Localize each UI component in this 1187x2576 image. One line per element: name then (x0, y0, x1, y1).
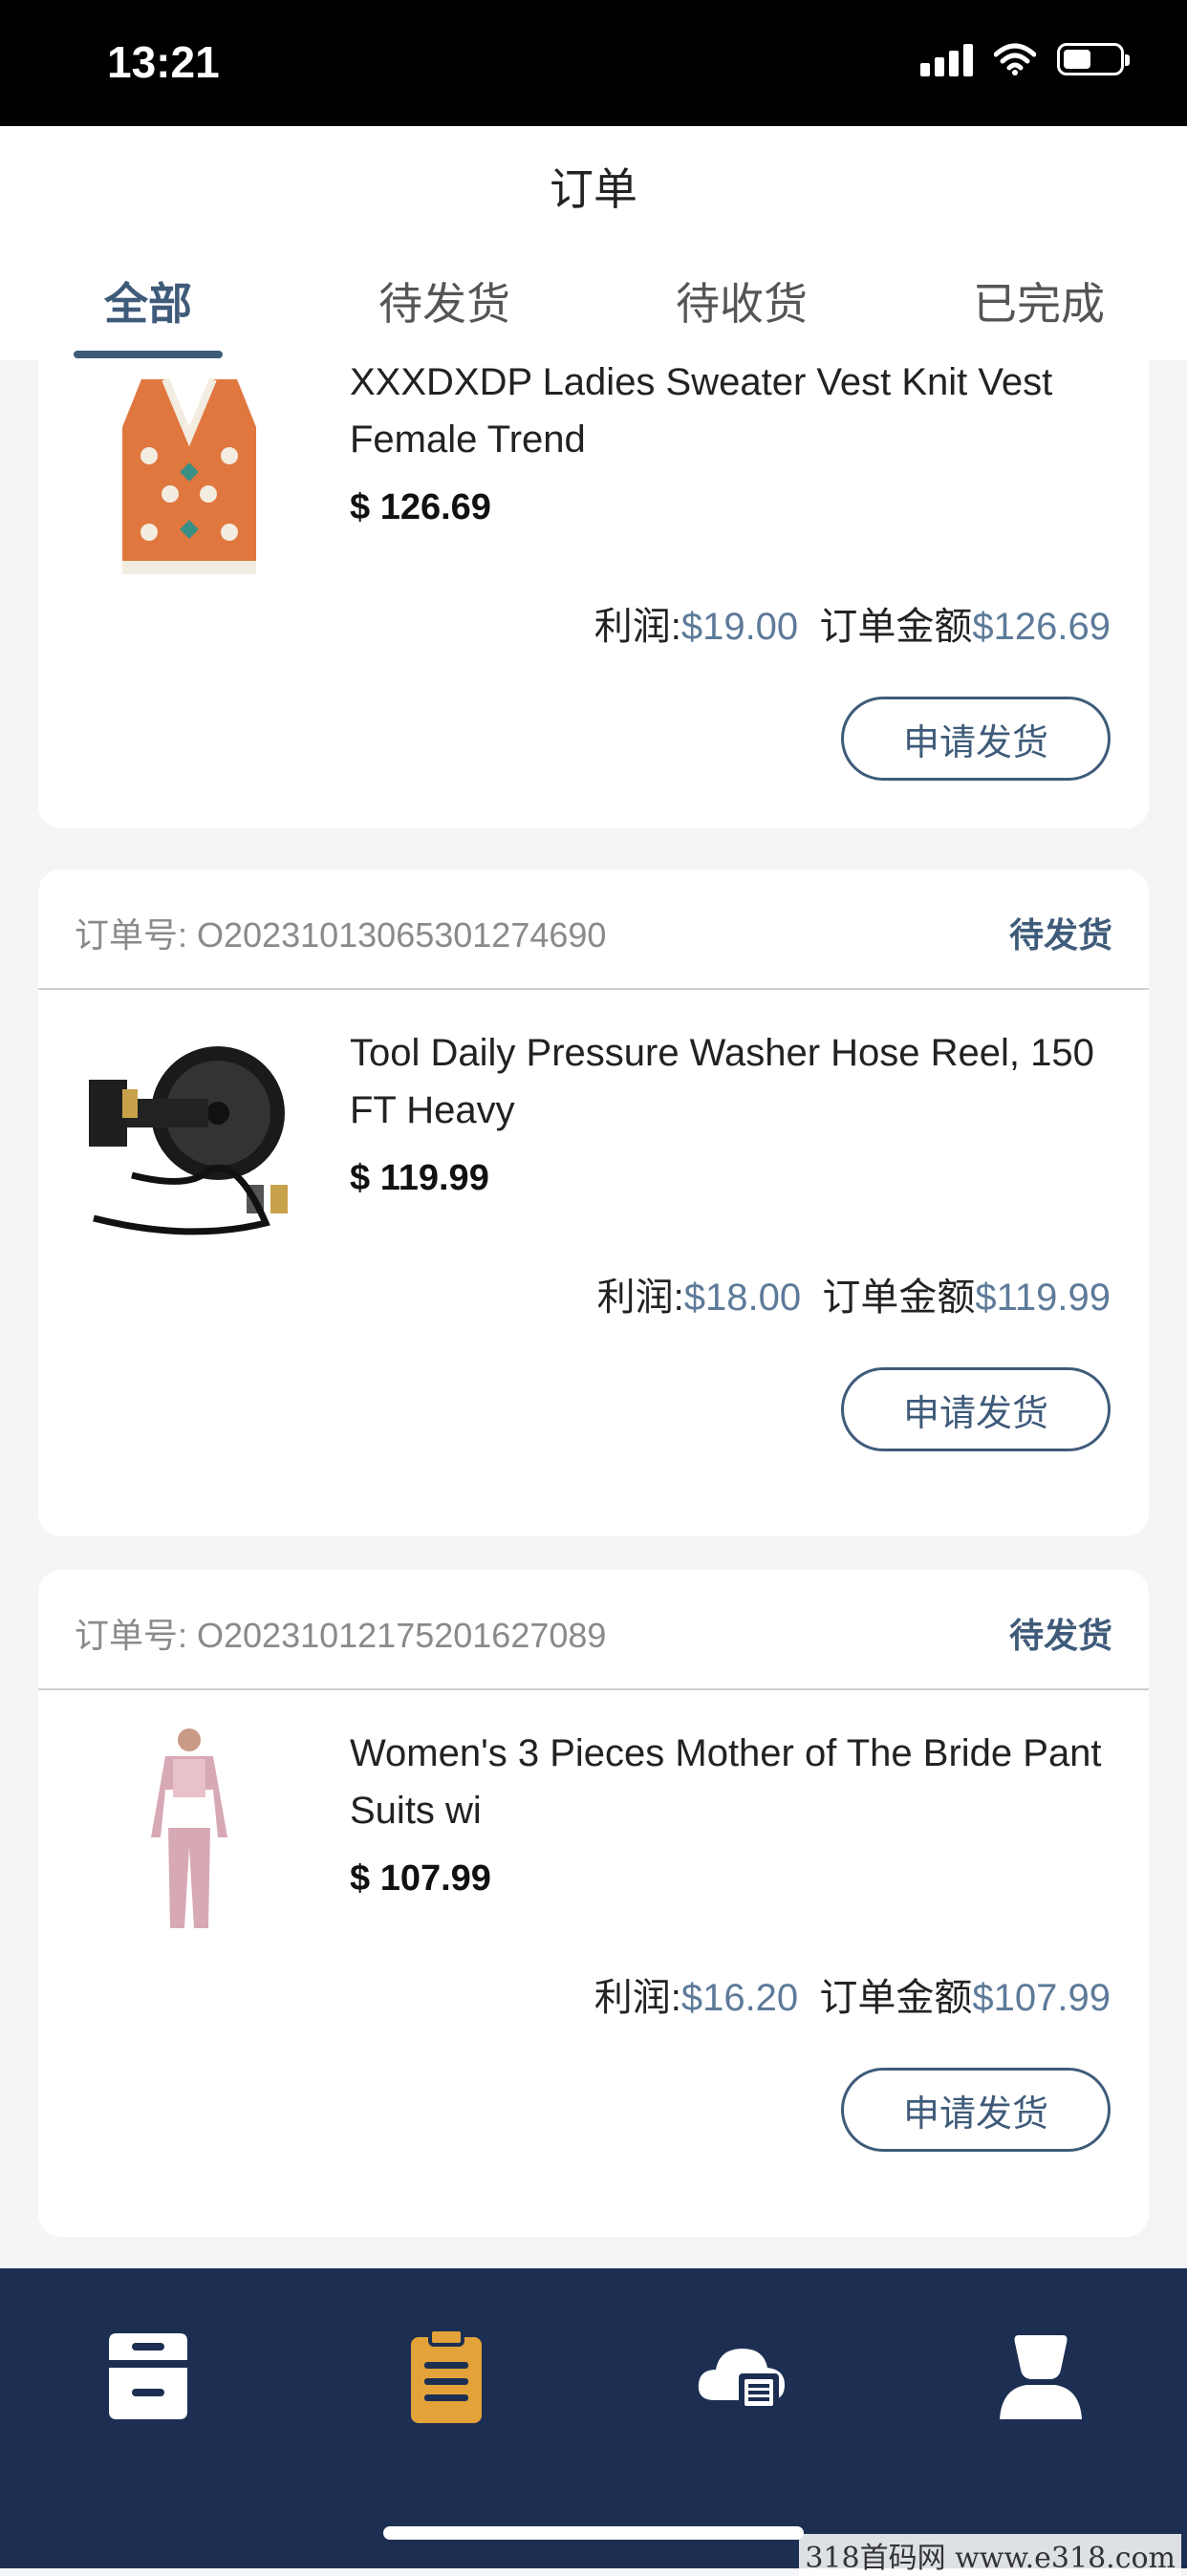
order-summary: 利润:$16.20 订单金额$107.99 (594, 1966, 1111, 2022)
nav-profile[interactable] (988, 2324, 1093, 2429)
order-status: 待发货 (1008, 915, 1112, 955)
page-title: 订单 (550, 164, 637, 214)
status-bar: 13:21 (0, 0, 1187, 126)
order-list[interactable]: XXXDXDP Ladies Sweater Vest Knit Vest Fe… (0, 360, 1187, 2262)
order-card-header: 订单号: O20231012175201627089 待发货 (38, 1570, 1149, 1690)
profit-label: 利润: (594, 606, 681, 648)
home-indicator[interactable] (383, 2526, 804, 2540)
profit-label: 利润: (594, 1977, 681, 2019)
sweater-vest-image (122, 377, 256, 574)
nav-store[interactable] (96, 2324, 201, 2429)
product-price: $ 107.99 (350, 1858, 491, 1899)
cellular-signal-icon (920, 42, 973, 76)
order-tabs: 全部 待发货 待收货 已完成 (0, 269, 1187, 355)
active-tab-indicator (74, 351, 223, 358)
order-number: 订单号: O20231012175201627089 (75, 1616, 607, 1655)
product-price: $ 126.69 (350, 487, 491, 527)
profit-label: 利润: (596, 1277, 684, 1319)
order-card: XXXDXDP Ladies Sweater Vest Knit Vest Fe… (38, 360, 1149, 828)
product-name: Tool Daily Pressure Washer Hose Reel, 15… (350, 1032, 1094, 1131)
status-time: 13:21 (107, 37, 220, 87)
amount-label: 订单金额 (822, 1277, 976, 1319)
profile-icon (1000, 2335, 1082, 2419)
request-shipment-button[interactable]: 申请发货 (841, 697, 1111, 781)
status-icons (920, 42, 1130, 76)
battery-icon (1057, 43, 1130, 75)
order-card-header: 订单号: O20231013065301274690 待发货 (38, 869, 1149, 990)
tab-pending-shipment[interactable]: 待发货 (339, 269, 550, 333)
request-shipment-button[interactable]: 申请发货 (841, 2068, 1111, 2152)
bottom-nav (0, 2268, 1187, 2568)
tab-all[interactable]: 全部 (43, 269, 253, 333)
order-summary: 利润:$18.00 订单金额$119.99 (597, 1266, 1111, 1321)
amount-value: $126.69 (972, 606, 1111, 648)
store-icon (109, 2333, 187, 2419)
order-card: 订单号: O20231012175201627089 待发货 Women's 3… (38, 1570, 1149, 2237)
profit-value: $16.20 (680, 1977, 799, 2019)
tab-completed[interactable]: 已完成 (934, 269, 1144, 333)
hose-reel-image (89, 1046, 288, 1235)
watermark: 318首码网 www.e318.com (799, 2534, 1181, 2576)
pant-suit-image (151, 1728, 227, 1928)
amount-value: $107.99 (972, 1977, 1111, 2019)
page-header: 订单 全部 待发货 待收货 已完成 (0, 126, 1187, 360)
order-number: 订单号: O20231013065301274690 (75, 915, 607, 955)
wifi-icon (994, 43, 1036, 75)
product-name: XXXDXDP Ladies Sweater Vest Knit Vest Fe… (350, 361, 1053, 461)
cloud-list-icon (698, 2349, 785, 2412)
amount-label: 订单金额 (819, 606, 973, 648)
order-summary: 利润:$19.00 订单金额$126.69 (594, 595, 1111, 651)
nav-cloud[interactable] (691, 2324, 796, 2429)
profit-value: $19.00 (680, 606, 799, 648)
order-status: 待发货 (1008, 1616, 1112, 1655)
tab-pending-receipt[interactable]: 待收货 (637, 269, 847, 333)
request-shipment-button[interactable]: 申请发货 (841, 1367, 1111, 1451)
product-price: $ 119.99 (350, 1158, 489, 1198)
order-card: 订单号: O20231013065301274690 待发货 Tool Dail… (38, 869, 1149, 1536)
profit-value: $18.00 (683, 1277, 802, 1319)
orders-clipboard-icon (411, 2328, 482, 2423)
nav-orders[interactable] (394, 2324, 499, 2429)
product-name: Women's 3 Pieces Mother of The Bride Pan… (350, 1732, 1102, 1832)
amount-value: $119.99 (975, 1277, 1111, 1319)
amount-label: 订单金额 (819, 1977, 973, 2019)
